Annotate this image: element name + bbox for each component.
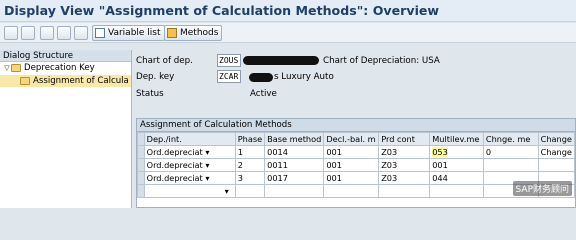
- multilevel-cell[interactable]: 053: [429, 145, 484, 159]
- chart-of-dep-field[interactable]: ZOUS: [217, 54, 241, 67]
- dropdown-icon[interactable]: ▾: [205, 173, 209, 183]
- table-row: Ord.depreciat ▾ 2 0011 001 Z03 001: [137, 158, 576, 172]
- dialog-structure-panel: Dialog Structure ▽ Deprecation Key Assig…: [0, 50, 132, 208]
- change-cell[interactable]: [537, 158, 576, 172]
- expand-triangle-icon[interactable]: ▽: [3, 62, 11, 74]
- column-header[interactable]: Base method: [264, 132, 325, 146]
- title-bar: Display View "Assignment of Calculation …: [0, 0, 576, 22]
- column-header[interactable]: Change: [537, 132, 576, 146]
- list-icon: [95, 28, 105, 38]
- dropdown-icon[interactable]: ▾: [225, 186, 229, 196]
- application-toolbar: Variable list Methods: [0, 23, 576, 43]
- prd-cont-cell[interactable]: Z03: [378, 158, 431, 172]
- tree-node-assignment[interactable]: Assignment of Calcula: [0, 75, 131, 87]
- prd-cont-cell[interactable]: Z03: [378, 171, 431, 185]
- dialog-structure-tree: ▽ Deprecation Key Assignment of Calcula: [0, 62, 131, 87]
- multilevel-cell[interactable]: 001: [429, 158, 484, 172]
- dep-int-cell[interactable]: Ord.depreciat ▾: [143, 145, 236, 159]
- redaction-mark: [249, 73, 273, 82]
- base-method-cell[interactable]: 0014: [264, 145, 325, 159]
- column-header[interactable]: Chnge. me: [482, 132, 539, 146]
- dep-int-cell[interactable]: Ord.depreciat ▾: [143, 158, 236, 172]
- main-area: Chart of dep. ZOUS Chart of Depreciation…: [133, 50, 576, 208]
- dep-key-field[interactable]: ZCAR: [217, 70, 241, 83]
- empty-cell[interactable]: [429, 184, 484, 198]
- decl-bal-cell[interactable]: 001: [323, 158, 380, 172]
- dep-key-description: s Luxury Auto: [274, 72, 334, 82]
- decl-bal-cell[interactable]: 001: [323, 145, 380, 159]
- table-header-row: Dep./int. Phase Base method Decl.-bal. m…: [137, 132, 576, 146]
- variable-list-button[interactable]: Variable list: [92, 25, 165, 41]
- watermark: SAP财务顾问: [512, 181, 572, 196]
- row-selector[interactable]: [137, 171, 145, 185]
- phase-cell[interactable]: 1: [234, 145, 266, 159]
- methods-grid: Dep./int. Phase Base method Decl.-bal. m…: [137, 132, 576, 198]
- base-method-cell[interactable]: 0017: [264, 171, 325, 185]
- column-header[interactable]: Decl.-bal. m: [323, 132, 380, 146]
- table-row: Ord.depreciat ▾ 3 0017 001 Z03 044: [137, 171, 576, 185]
- tree-node-label: Deprecation Key: [24, 63, 95, 73]
- prd-cont-cell[interactable]: Z03: [378, 145, 431, 159]
- dropdown-icon[interactable]: ▾: [205, 147, 209, 157]
- window-title: Display View "Assignment of Calculation …: [4, 3, 440, 18]
- decl-bal-cell[interactable]: 001: [323, 171, 380, 185]
- empty-cell[interactable]: [323, 184, 380, 198]
- column-header[interactable]: Phase: [234, 132, 266, 146]
- row-selector[interactable]: [137, 184, 145, 198]
- column-header[interactable]: Multilev.me: [429, 132, 484, 146]
- previous-page-icon[interactable]: [57, 26, 71, 40]
- select-all-cell[interactable]: [137, 132, 145, 146]
- table-title: Assignment of Calculation Methods: [137, 119, 575, 132]
- tree-node-label: Assignment of Calcula: [33, 76, 129, 86]
- empty-cell[interactable]: [234, 184, 266, 198]
- column-header[interactable]: Prd cont: [378, 132, 431, 146]
- next-page-icon[interactable]: [74, 26, 88, 40]
- change-cell[interactable]: Change: [537, 145, 576, 159]
- tree-node-depreciation-key[interactable]: ▽ Deprecation Key: [0, 62, 131, 74]
- base-method-cell[interactable]: 0011: [264, 158, 325, 172]
- phase-cell[interactable]: 3: [234, 171, 266, 185]
- edit-icon[interactable]: [4, 26, 18, 40]
- dep-key-label: Dep. key: [136, 72, 175, 82]
- table-row-empty: ▾: [137, 184, 576, 198]
- open-folder-icon: [20, 77, 30, 85]
- chart-of-dep-label: Chart of dep.: [136, 56, 193, 66]
- row-selector[interactable]: [137, 158, 145, 172]
- dropdown-icon[interactable]: ▾: [205, 160, 209, 170]
- column-header[interactable]: Dep./int.: [143, 132, 236, 146]
- multilevel-cell[interactable]: 044: [429, 171, 484, 185]
- status-label: Status: [136, 89, 164, 99]
- change-method-cell[interactable]: 0: [482, 145, 539, 159]
- calculation-methods-table: Assignment of Calculation Methods Dep./i…: [136, 118, 576, 208]
- display-change-icon[interactable]: [21, 26, 35, 40]
- first-page-icon[interactable]: [40, 26, 54, 40]
- phase-cell[interactable]: 2: [234, 158, 266, 172]
- folder-icon: [11, 64, 21, 72]
- redaction-mark: [243, 56, 319, 65]
- methods-icon: [167, 28, 177, 38]
- chart-of-dep-description: Chart of Depreciation: USA: [323, 56, 440, 66]
- empty-cell[interactable]: ▾: [143, 184, 236, 198]
- methods-button[interactable]: Methods: [164, 25, 223, 41]
- empty-cell[interactable]: [264, 184, 325, 198]
- dialog-structure-header: Dialog Structure: [0, 50, 131, 62]
- row-selector[interactable]: [137, 145, 145, 159]
- change-method-cell[interactable]: [482, 158, 539, 172]
- table-row: Ord.depreciat ▾ 1 0014 001 Z03 053 0 Cha…: [137, 145, 576, 159]
- highlighted-value: 053: [432, 147, 448, 157]
- dep-int-cell[interactable]: Ord.depreciat ▾: [143, 171, 236, 185]
- status-value: Active: [250, 89, 277, 99]
- empty-cell[interactable]: [378, 184, 431, 198]
